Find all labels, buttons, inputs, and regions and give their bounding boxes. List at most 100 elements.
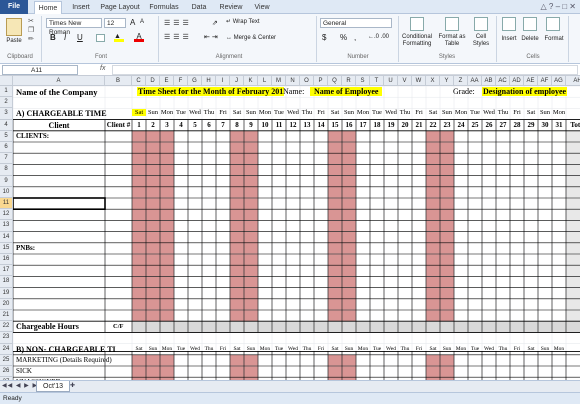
format-cells-icon[interactable] bbox=[546, 17, 560, 31]
column-header[interactable]: A bbox=[13, 76, 105, 86]
row-header[interactable]: 14 bbox=[0, 231, 13, 243]
row-header[interactable]: 26 bbox=[0, 366, 13, 378]
row-header[interactable]: 7 bbox=[0, 153, 13, 165]
indent-icons[interactable]: ⇤⇥ bbox=[204, 33, 220, 41]
selected-cell[interactable] bbox=[12, 197, 106, 210]
column-header[interactable]: L bbox=[258, 76, 272, 86]
orientation-icon[interactable]: ⇗ bbox=[212, 19, 218, 27]
row-header[interactable]: 16 bbox=[0, 254, 13, 266]
column-header[interactable]: D bbox=[146, 76, 160, 86]
column-header[interactable]: AB bbox=[482, 76, 496, 86]
bold-button[interactable]: B bbox=[50, 33, 56, 42]
tab-review[interactable]: Review bbox=[216, 1, 246, 14]
tab-file[interactable]: File bbox=[0, 0, 28, 14]
borders-icon[interactable] bbox=[96, 34, 105, 42]
underline-button[interactable]: U bbox=[77, 33, 83, 42]
row-header[interactable]: 3 bbox=[0, 108, 13, 120]
conditional-formatting-button[interactable]: Conditional Formatting bbox=[398, 34, 436, 48]
vertical-align-icons[interactable]: ☰☰☰ bbox=[164, 19, 192, 27]
horizontal-align-icons[interactable]: ☰☰☰ bbox=[164, 33, 192, 41]
column-header[interactable]: P bbox=[314, 76, 328, 86]
row-header[interactable]: 24 bbox=[0, 343, 13, 355]
column-header[interactable]: AF bbox=[538, 76, 552, 86]
column-header[interactable]: AA bbox=[468, 76, 482, 86]
currency-button[interactable]: $ bbox=[322, 33, 326, 42]
font-name-box[interactable]: Times New Roman bbox=[46, 18, 102, 36]
name-box[interactable]: A11 bbox=[2, 65, 78, 75]
row-header[interactable]: 1 bbox=[0, 86, 13, 98]
row-header[interactable]: 9 bbox=[0, 175, 13, 187]
format-as-table-button[interactable]: Format as Table bbox=[436, 34, 468, 48]
tab-page-layout[interactable]: Page Layout bbox=[98, 1, 142, 14]
delete-cells-button[interactable]: Delete bbox=[518, 36, 542, 43]
row-header[interactable]: 10 bbox=[0, 186, 13, 198]
column-header[interactable]: G bbox=[188, 76, 202, 86]
tab-formulas[interactable]: Formulas bbox=[146, 1, 182, 14]
fx-icon[interactable]: fx bbox=[100, 65, 105, 72]
row-header[interactable]: 15 bbox=[0, 242, 13, 254]
row-header[interactable]: 8 bbox=[0, 164, 13, 176]
column-header[interactable]: F bbox=[174, 76, 188, 86]
column-header[interactable]: O bbox=[300, 76, 314, 86]
row-header[interactable]: 19 bbox=[0, 287, 13, 299]
column-header[interactable]: AD bbox=[510, 76, 524, 86]
row-header[interactable]: 18 bbox=[0, 276, 13, 288]
column-header[interactable]: X bbox=[426, 76, 440, 86]
formula-input[interactable] bbox=[112, 65, 578, 75]
clipboard-small-icons[interactable]: ✂ ❐ ✏ bbox=[28, 17, 34, 44]
cell-styles-button[interactable]: Cell Styles bbox=[468, 34, 494, 48]
row-header[interactable]: 22 bbox=[0, 321, 13, 333]
column-header[interactable]: T bbox=[370, 76, 384, 86]
percent-button[interactable]: % bbox=[340, 33, 347, 42]
column-header[interactable]: AH bbox=[566, 76, 580, 86]
column-header[interactable]: AE bbox=[524, 76, 538, 86]
format-as-table-icon[interactable] bbox=[445, 17, 459, 31]
row-header[interactable]: 2 bbox=[0, 97, 13, 109]
row-header[interactable]: 11 bbox=[0, 198, 13, 210]
column-header[interactable]: AG bbox=[552, 76, 566, 86]
tab-data[interactable]: Data bbox=[186, 1, 212, 14]
paste-icon[interactable] bbox=[6, 18, 22, 36]
row-header[interactable]: 4 bbox=[0, 119, 13, 131]
column-header[interactable]: Y bbox=[440, 76, 454, 86]
tab-view[interactable]: View bbox=[250, 1, 274, 14]
tab-home[interactable]: Home bbox=[34, 1, 62, 14]
column-header[interactable]: W bbox=[412, 76, 426, 86]
row-header[interactable]: 6 bbox=[0, 142, 13, 154]
number-format-box[interactable]: General bbox=[320, 18, 392, 28]
conditional-formatting-icon[interactable] bbox=[410, 17, 424, 31]
sheet-tab-oct13[interactable]: Oct'13 bbox=[36, 381, 71, 392]
row-header[interactable]: 17 bbox=[0, 265, 13, 277]
ribbon-window-controls[interactable]: △ ? – □ ✕ bbox=[541, 2, 576, 11]
row-header[interactable]: 5 bbox=[0, 130, 13, 142]
column-header[interactable]: M bbox=[272, 76, 286, 86]
cell-styles-icon[interactable] bbox=[474, 17, 488, 31]
comma-button[interactable]: , bbox=[354, 33, 356, 42]
italic-button[interactable]: I bbox=[64, 33, 66, 42]
column-header[interactable]: S bbox=[356, 76, 370, 86]
row-header[interactable]: 23 bbox=[0, 332, 13, 344]
grow-font-icon[interactable]: A bbox=[130, 18, 135, 27]
fill-color-icon[interactable]: ▲ bbox=[114, 33, 124, 42]
insert-cells-button[interactable]: Insert bbox=[498, 36, 520, 43]
tab-insert[interactable]: Insert bbox=[68, 1, 94, 14]
new-sheet-icon[interactable]: ✚ bbox=[70, 382, 80, 391]
column-header[interactable]: C bbox=[132, 76, 146, 86]
insert-cells-icon[interactable] bbox=[502, 17, 516, 31]
column-header[interactable]: U bbox=[384, 76, 398, 86]
column-header[interactable]: AC bbox=[496, 76, 510, 86]
decimal-icons[interactable]: ←.0 .00 bbox=[368, 34, 389, 40]
column-header[interactable]: Z bbox=[454, 76, 468, 86]
font-size-box[interactable]: 12 bbox=[104, 18, 126, 28]
merge-center-button[interactable]: ↔ Merge & Center bbox=[226, 35, 286, 42]
row-header[interactable]: 12 bbox=[0, 209, 13, 221]
column-header[interactable]: J bbox=[230, 76, 244, 86]
column-header[interactable]: I bbox=[216, 76, 230, 86]
column-header[interactable]: H bbox=[202, 76, 216, 86]
shrink-font-icon[interactable]: A bbox=[140, 19, 144, 25]
format-cells-button[interactable]: Format bbox=[542, 36, 566, 43]
column-header[interactable]: Q bbox=[328, 76, 342, 86]
row-header[interactable]: 20 bbox=[0, 298, 13, 310]
delete-cells-icon[interactable] bbox=[523, 17, 537, 31]
column-header[interactable]: K bbox=[244, 76, 258, 86]
